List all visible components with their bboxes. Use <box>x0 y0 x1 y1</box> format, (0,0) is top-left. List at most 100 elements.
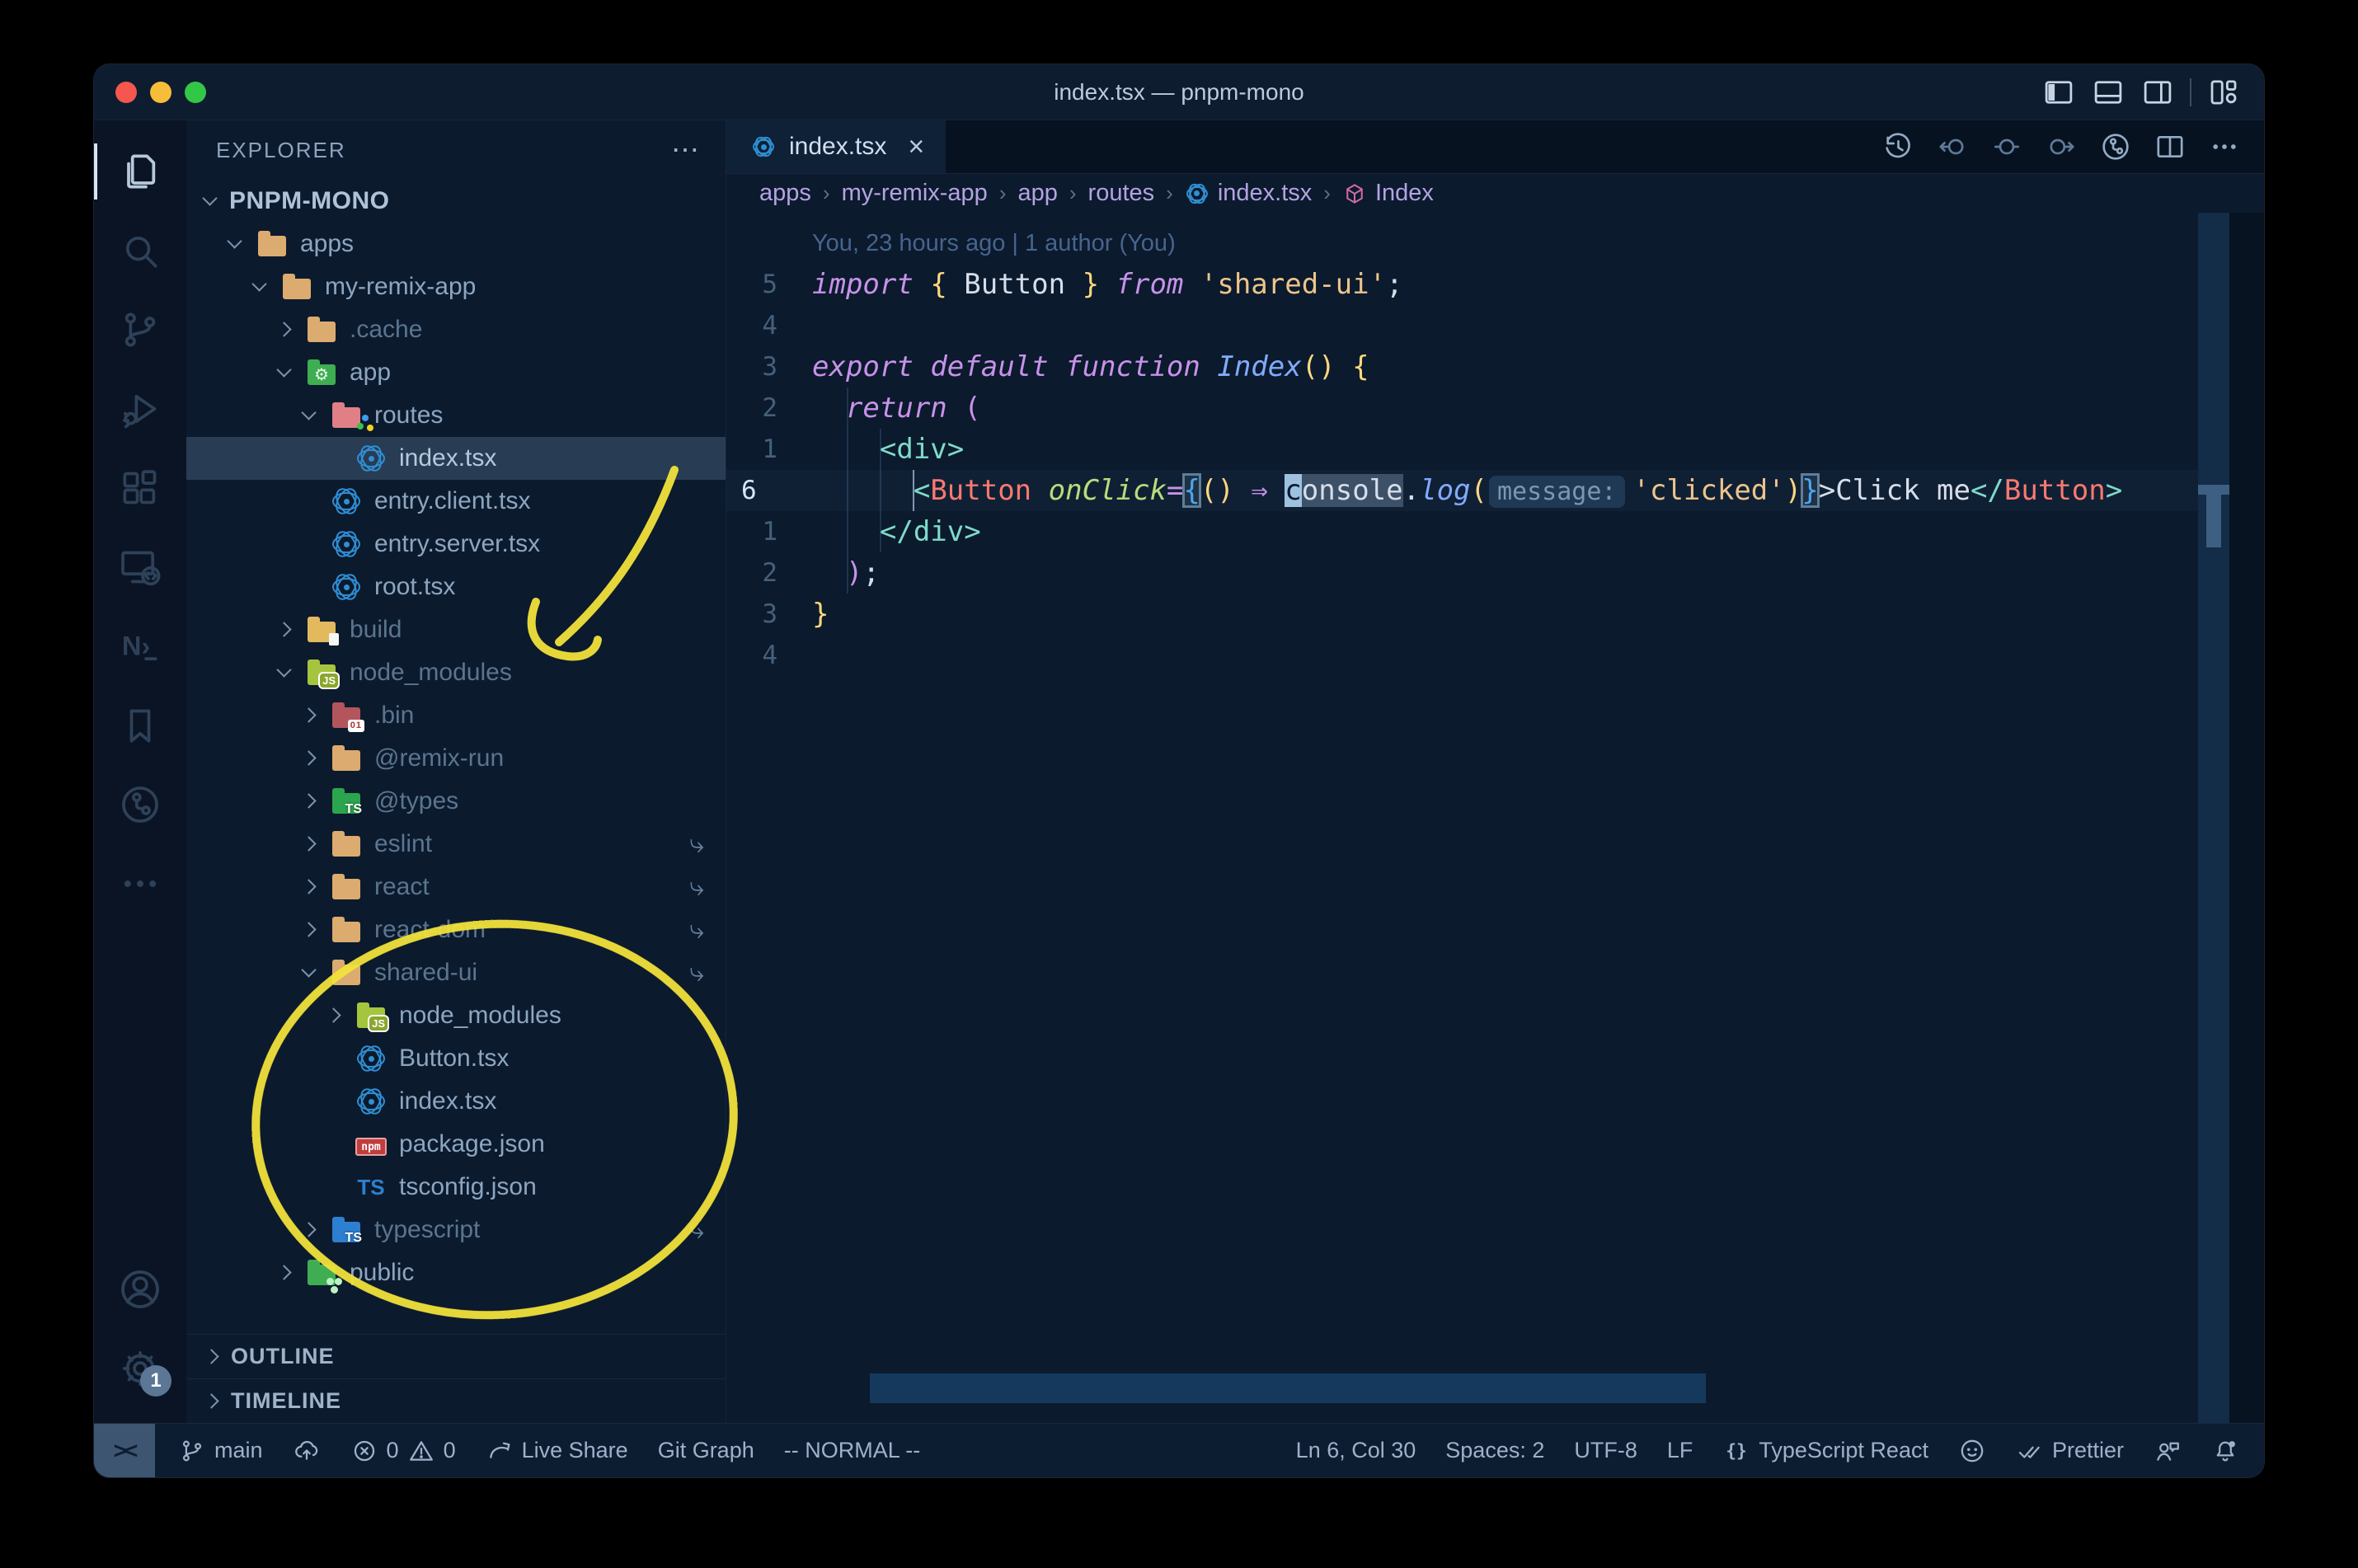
code-line[interactable]: 4 <box>726 305 2264 346</box>
tree-item-apps[interactable]: apps <box>186 223 726 265</box>
chevron-down-icon[interactable] <box>297 960 322 985</box>
tree-item-shared-ui[interactable]: shared-ui ⤷ <box>186 951 726 994</box>
code-line[interactable]: 2 return ( <box>726 387 2264 429</box>
split-editor-icon[interactable] <box>2154 130 2187 163</box>
toggle-primary-sidebar-icon[interactable] <box>2041 75 2076 110</box>
status-notifications[interactable] <box>2211 1437 2239 1465</box>
activity-additional-views-icon[interactable] <box>94 844 186 923</box>
history-icon[interactable] <box>1881 130 1914 163</box>
editor-scrollbar-vertical[interactable] <box>2198 213 2229 1423</box>
status-live-share[interactable]: Live Share <box>486 1437 628 1465</box>
more-actions-icon[interactable] <box>2208 130 2241 163</box>
tree-item-node-modules[interactable]: JS node_modules <box>186 994 726 1037</box>
breadcrumb-item-app[interactable]: app <box>1017 180 1057 207</box>
tree-item-public[interactable]: public <box>186 1251 726 1294</box>
tree-item-react-dom[interactable]: react-dom ⤷ <box>186 908 726 951</box>
timeline-section[interactable]: TIMELINE <box>186 1378 726 1423</box>
chevron-right-icon[interactable] <box>297 746 322 771</box>
breadcrumb-item-index[interactable]: Index <box>1342 180 1434 207</box>
status-eol-sequence[interactable]: LF <box>1667 1438 1693 1463</box>
status-github[interactable] <box>1958 1437 1986 1465</box>
chevron-right-icon[interactable] <box>322 1003 346 1028</box>
tree-item--cache[interactable]: .cache <box>186 308 726 351</box>
status-problems[interactable]: 00 <box>350 1437 456 1465</box>
code-line[interactable]: 2 ); <box>726 552 2264 594</box>
chevron-down-icon[interactable] <box>198 189 223 214</box>
status-language-mode[interactable]: {} TypeScript React <box>1722 1437 1928 1465</box>
activity-gitlens-icon[interactable] <box>94 765 186 844</box>
status-publish-changes[interactable] <box>293 1437 321 1465</box>
activity-run-and-debug-icon[interactable] <box>94 369 186 448</box>
tree-item-entry-client-tsx[interactable]: entry.client.tsx <box>186 480 726 523</box>
chevron-down-icon[interactable] <box>223 232 247 256</box>
toggle-panel-icon[interactable] <box>2091 75 2125 110</box>
status-cursor-position[interactable]: Ln 6, Col 30 <box>1296 1438 1416 1463</box>
code-line[interactable]: 4 <box>726 635 2264 676</box>
tree-item-app[interactable]: ⚙ app <box>186 351 726 394</box>
tree-item-root-tsx[interactable]: root.tsx <box>186 566 726 608</box>
close-tab-icon[interactable]: × <box>908 131 924 163</box>
tree-item-package-json[interactable]: npm package.json <box>186 1123 726 1166</box>
gitlens-icon[interactable] <box>2099 130 2132 163</box>
code-line[interactable]: 5 import { Button } from 'shared-ui'; <box>726 264 2264 305</box>
tree-item-node-modules[interactable]: JS node_modules <box>186 651 726 694</box>
activity-explorer-icon[interactable] <box>94 132 186 211</box>
code-line[interactable]: 1 <div> <box>726 429 2264 470</box>
activity-search-icon[interactable] <box>94 211 186 290</box>
status-git-graph[interactable]: Git Graph <box>658 1438 754 1463</box>
tree-item-entry-server-tsx[interactable]: entry.server.tsx <box>186 523 726 566</box>
tree-item-my-remix-app[interactable]: my-remix-app <box>186 265 726 308</box>
activity-remote-explorer-icon[interactable] <box>94 528 186 607</box>
tree-item-index-tsx[interactable]: index.tsx <box>186 1080 726 1123</box>
tab-index-tsx[interactable]: index.tsx × <box>726 120 946 173</box>
chevron-right-icon[interactable] <box>297 789 322 814</box>
tree-item--types[interactable]: TS @types <box>186 780 726 823</box>
customize-layout-icon[interactable] <box>2206 75 2241 110</box>
tree-item-pnpm-mono[interactable]: PNPM-MONO <box>186 180 726 223</box>
navigate-current-icon[interactable] <box>1990 130 2023 163</box>
code-line[interactable]: 3 export default function Index() { <box>726 346 2264 387</box>
status-encoding[interactable]: UTF-8 <box>1574 1438 1637 1463</box>
code-line-current[interactable]: 6 <Button onClick={() ⇒ console.log(mess… <box>726 470 2264 511</box>
tree-item--bin[interactable]: 01 .bin <box>186 694 726 737</box>
breadcrumb-item-apps[interactable]: apps <box>759 180 811 207</box>
code-editor[interactable]: You, 23 hours ago | 1 author (You) 5 impor… <box>726 213 2264 1423</box>
chevron-right-icon[interactable] <box>297 832 322 857</box>
chevron-down-icon[interactable] <box>272 360 297 385</box>
activity-accounts-icon[interactable] <box>94 1250 186 1329</box>
tree-item-eslint[interactable]: eslint ⤷ <box>186 823 726 866</box>
chevron-right-icon[interactable] <box>297 918 322 942</box>
tree-item--remix-run[interactable]: @remix-run <box>186 737 726 780</box>
navigate-back-icon[interactable] <box>1936 130 1969 163</box>
code-line[interactable]: 1 </div> <box>726 511 2264 552</box>
chevron-right-icon[interactable] <box>297 1218 322 1242</box>
status-git-branch[interactable]: main <box>178 1437 263 1465</box>
breadcrumb-item-routes[interactable]: routes <box>1088 180 1155 207</box>
activity-settings-icon[interactable]: 1 <box>94 1329 186 1408</box>
editor-scrollbar-horizontal[interactable] <box>870 1373 1706 1403</box>
tree-item-tsconfig-json[interactable]: TS tsconfig.json <box>186 1166 726 1209</box>
remote-indicator-button[interactable]: >< <box>94 1424 155 1477</box>
status-feedback[interactable] <box>2154 1437 2182 1465</box>
activity-bookmarks-icon[interactable] <box>94 686 186 765</box>
activity-nx-console-icon[interactable]: N› <box>94 607 186 686</box>
tree-item-routes[interactable]: routes <box>186 394 726 437</box>
outline-section[interactable]: OUTLINE <box>186 1334 726 1378</box>
chevron-right-icon[interactable] <box>297 703 322 728</box>
status-vim-mode[interactable]: -- NORMAL -- <box>784 1438 920 1463</box>
tree-item-react[interactable]: react ⤷ <box>186 866 726 908</box>
code-line[interactable]: 3} <box>726 594 2264 635</box>
navigate-forward-icon[interactable] <box>2045 130 2078 163</box>
breadcrumb-item-my-remix-app[interactable]: my-remix-app <box>842 180 988 207</box>
chevron-right-icon[interactable] <box>272 617 297 642</box>
chevron-down-icon[interactable] <box>247 275 272 299</box>
chevron-down-icon[interactable] <box>272 660 297 685</box>
chevron-right-icon[interactable] <box>272 1261 297 1285</box>
status-prettier[interactable]: Prettier <box>2016 1437 2124 1465</box>
tree-item-typescript[interactable]: TS typescript ⤷ <box>186 1209 726 1251</box>
status-indentation[interactable]: Spaces: 2 <box>1445 1438 1544 1463</box>
chevron-right-icon[interactable] <box>297 875 322 899</box>
tree-item-build[interactable]: build <box>186 608 726 651</box>
chevron-right-icon[interactable] <box>272 317 297 342</box>
activity-source-control-icon[interactable] <box>94 290 186 369</box>
